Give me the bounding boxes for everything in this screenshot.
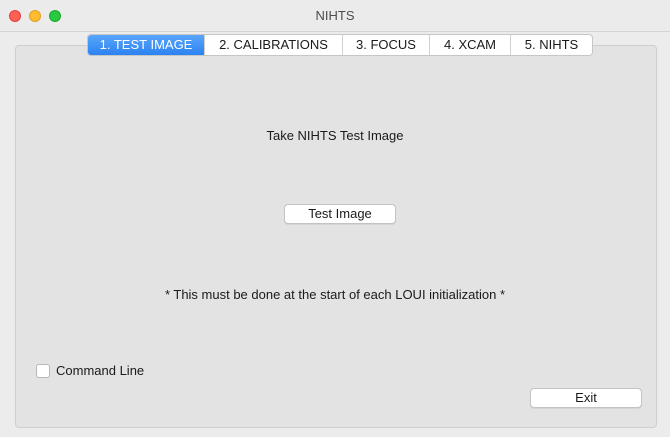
- tab-xcam[interactable]: 4. XCAM: [429, 35, 510, 55]
- page-heading: Take NIHTS Test Image: [266, 128, 404, 143]
- tab-focus[interactable]: 3. FOCUS: [342, 35, 429, 55]
- title-bar: NIHTS: [0, 0, 670, 32]
- tab-test-image[interactable]: 1. TEST IMAGE: [88, 35, 204, 55]
- exit-button[interactable]: Exit: [530, 388, 642, 408]
- tab-calibrations[interactable]: 2. CALIBRATIONS: [204, 35, 342, 55]
- command-line-label: Command Line: [56, 363, 145, 378]
- tab-bar: 1. TEST IMAGE 2. CALIBRATIONS 3. FOCUS 4…: [87, 34, 593, 56]
- command-line-checkbox[interactable]: [36, 363, 50, 378]
- tab-nihts[interactable]: 5. NIHTS: [510, 35, 592, 55]
- initialization-note: * This must be done at the start of each…: [164, 287, 506, 302]
- command-line-option[interactable]: Command Line: [36, 363, 144, 378]
- test-image-button[interactable]: Test Image: [284, 204, 396, 224]
- window-title: NIHTS: [315, 8, 355, 23]
